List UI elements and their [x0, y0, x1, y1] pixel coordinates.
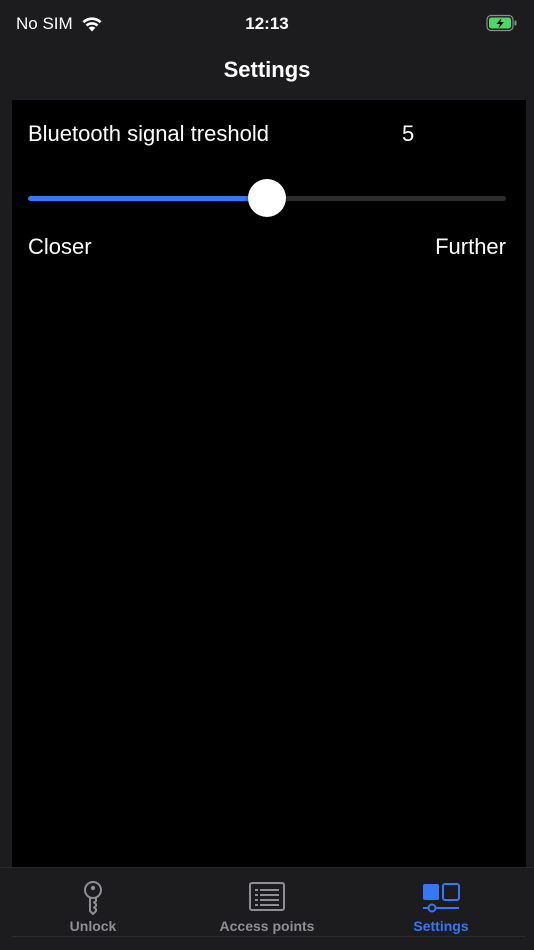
battery-charging-icon: [486, 14, 518, 32]
tab-bar: Unlock Access points Settings: [0, 867, 534, 950]
bottom-divider: [12, 936, 526, 937]
tab-access-points-label: Access points: [219, 918, 315, 934]
tab-unlock[interactable]: Unlock: [4, 880, 182, 940]
slider-thumb[interactable]: [248, 179, 286, 217]
threshold-value: 5: [402, 121, 415, 146]
status-time: 12:13: [245, 14, 289, 33]
page-title: Settings: [223, 57, 311, 82]
slider-max-label: Further: [435, 234, 506, 259]
navigation-bar: Settings: [0, 46, 534, 100]
slider-fill: [28, 196, 267, 201]
settings-panels-icon: [421, 880, 461, 916]
threshold-label: Bluetooth signal treshold: [28, 121, 269, 146]
status-bar: No SIM 12:13: [0, 0, 534, 46]
tab-access-points[interactable]: Access points: [178, 880, 356, 940]
tab-settings-label: Settings: [413, 918, 469, 934]
list-icon: [247, 880, 287, 916]
slider-min-label: Closer: [28, 234, 92, 259]
tab-settings[interactable]: Settings: [352, 880, 530, 940]
settings-content: Bluetooth signal treshold 5 Closer Furth…: [12, 100, 526, 867]
tab-unlock-label: Unlock: [69, 918, 117, 934]
threshold-slider[interactable]: [28, 178, 506, 218]
key-icon: [73, 880, 113, 916]
